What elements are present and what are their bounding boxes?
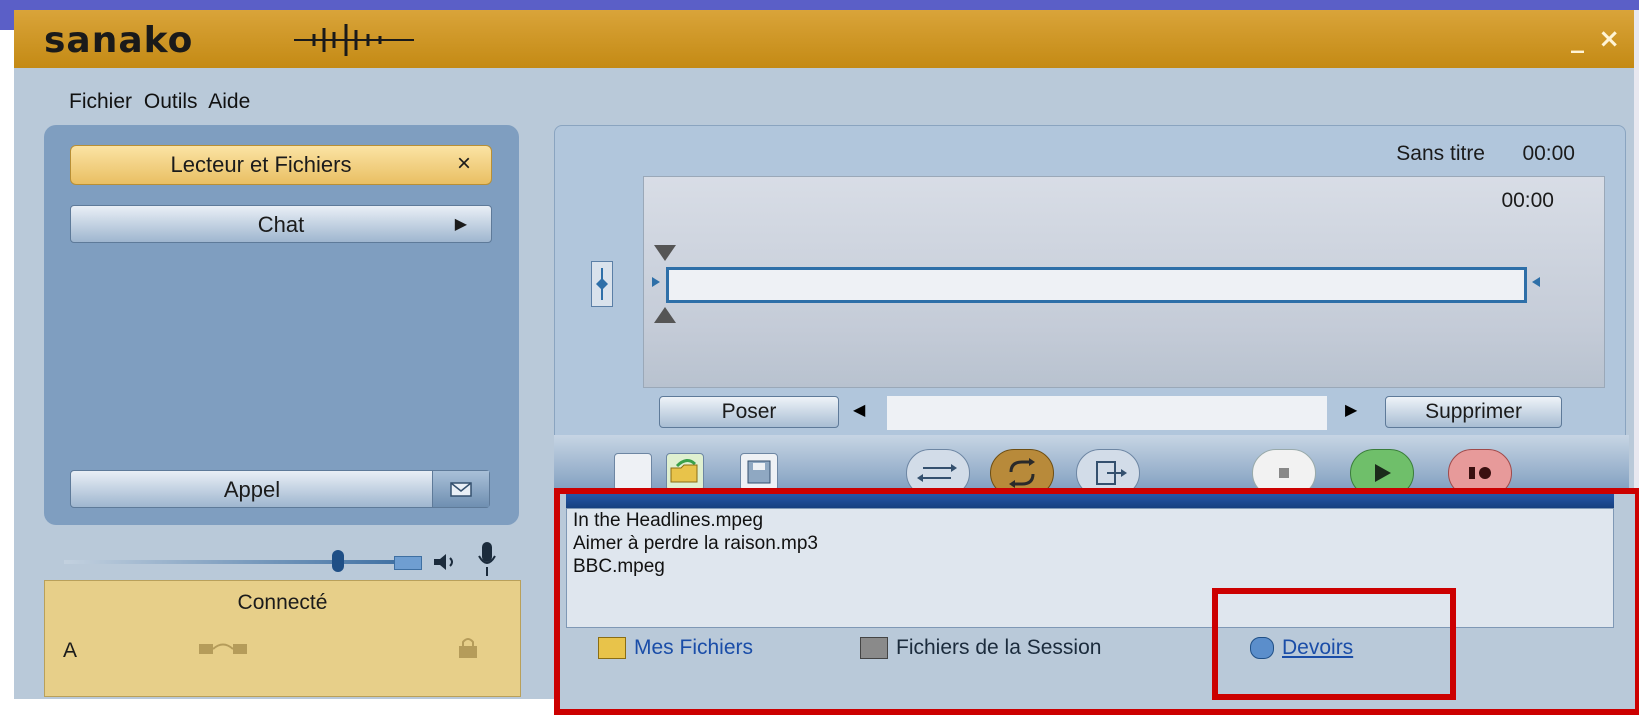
tab-session-files[interactable]: Fichiers de la Session xyxy=(860,636,1101,660)
connection-status: Connecté xyxy=(237,591,328,614)
top-strip xyxy=(0,0,1639,10)
microphone-icon[interactable] xyxy=(474,540,500,580)
start-marker-icon[interactable] xyxy=(652,243,678,263)
end-marker-icon[interactable] xyxy=(652,305,678,325)
waveform-area[interactable]: 00:00 xyxy=(643,176,1605,388)
list-item[interactable]: In the Headlines.mpeg xyxy=(573,509,1613,532)
player-toolbar xyxy=(554,435,1629,497)
call-label: Appel xyxy=(223,477,281,502)
chat-label: Chat xyxy=(257,212,305,237)
track-left-arrow-icon xyxy=(652,277,660,287)
player-files-label: Lecteur et Fichiers xyxy=(170,152,352,177)
marker-prev-icon[interactable]: ◀ xyxy=(853,400,865,420)
delete-button[interactable]: Supprimer xyxy=(1385,396,1562,428)
network-icon xyxy=(199,643,247,654)
open-folder-icon[interactable] xyxy=(666,453,704,491)
chat-button[interactable]: Chat ▶ xyxy=(70,205,492,243)
calendar-icon xyxy=(860,637,888,660)
app-logo: sanako xyxy=(44,20,194,61)
marker-track[interactable] xyxy=(887,396,1327,430)
folder-users-icon xyxy=(598,637,626,660)
list-item[interactable]: Aimer à perdre la raison.mp3 xyxy=(573,532,1613,555)
menu-fichier[interactable]: Fichier xyxy=(69,90,132,113)
new-file-icon[interactable] xyxy=(614,453,652,491)
tab-session-files-label: Fichiers de la Session xyxy=(896,636,1102,659)
menu-aide[interactable]: Aide xyxy=(208,90,250,113)
connection-panel: Connecté A xyxy=(44,580,521,697)
file-list-header xyxy=(566,494,1614,508)
envelope-icon[interactable] xyxy=(432,471,489,507)
marker-next-icon[interactable]: ▶ xyxy=(1345,400,1357,420)
zoom-control[interactable] xyxy=(591,261,613,307)
total-time: 00:00 xyxy=(1522,142,1575,165)
track-right-arrow-icon xyxy=(1532,277,1540,287)
menu-outils[interactable]: Outils xyxy=(144,90,198,113)
file-list-panel: In the Headlines.mpeg Aimer à perdre la … xyxy=(554,488,1639,715)
volume-slider-handle[interactable] xyxy=(332,550,344,572)
close-panel-icon[interactable]: × xyxy=(457,150,471,178)
minimize-icon[interactable]: _ xyxy=(1571,24,1584,54)
volume-meter xyxy=(394,556,422,570)
top-strip-corner xyxy=(0,10,14,30)
user-label: A xyxy=(63,639,78,662)
recording-track[interactable] xyxy=(666,267,1527,303)
tab-my-files[interactable]: Mes Fichiers xyxy=(598,636,753,660)
logo-waveform-icon xyxy=(294,24,414,56)
call-button[interactable]: Appel xyxy=(70,470,490,508)
menu-bar: Fichier Outils Aide xyxy=(69,90,256,114)
title-bar[interactable]: sanako _ × xyxy=(14,10,1634,68)
save-icon[interactable] xyxy=(740,453,778,491)
place-marker-button[interactable]: Poser xyxy=(659,396,839,428)
player-files-button[interactable]: Lecteur et Fichiers × xyxy=(70,145,492,185)
homework-highlight xyxy=(1212,588,1456,700)
file-list[interactable]: In the Headlines.mpeg Aimer à perdre la … xyxy=(566,508,1614,628)
speaker-icon[interactable] xyxy=(432,550,462,574)
chevron-right-icon: ▶ xyxy=(454,216,467,233)
volume-slider-track[interactable] xyxy=(64,560,404,564)
position-time: 00:00 xyxy=(1501,189,1554,212)
player-panel: Sans titre 00:00 00:00 Poser ◀ ▶ Supprim… xyxy=(554,125,1626,457)
recording-title: Sans titre xyxy=(1396,142,1485,165)
close-icon[interactable]: × xyxy=(1598,24,1620,54)
tab-my-files-label: Mes Fichiers xyxy=(634,636,754,659)
left-panel: Lecteur et Fichiers × Chat ▶ Appel xyxy=(44,125,519,525)
list-item[interactable]: BBC.mpeg xyxy=(573,555,1613,578)
lock-icon xyxy=(459,638,477,658)
